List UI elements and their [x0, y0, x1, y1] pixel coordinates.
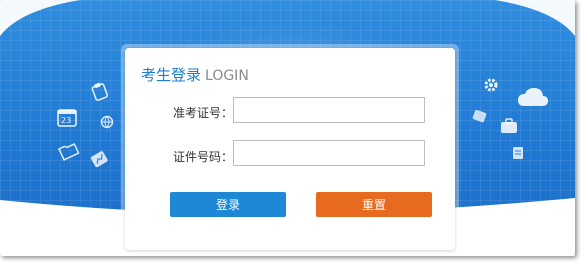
reset-button[interactable]: 重置 [316, 192, 432, 217]
document-icon [512, 146, 524, 163]
exam-number-label: 准考证号： [173, 106, 234, 120]
cloud-icon [516, 86, 550, 113]
exam-number-input[interactable] [233, 97, 425, 123]
calendar-icon: 23 [56, 106, 78, 131]
panel-title: 考生登录 LOGIN [141, 64, 249, 85]
login-button[interactable]: 登录 [170, 192, 286, 217]
briefcase-icon [500, 118, 518, 137]
title-english: LOGIN [205, 68, 249, 84]
login-page: 23 考生登录 LOGIN 准考证号： 证件号码： 登录 重置 [0, 0, 575, 256]
id-number-input[interactable] [233, 140, 425, 166]
calendar-number: 23 [61, 116, 72, 125]
title-chinese: 考生登录 [141, 66, 202, 84]
login-panel-border: 考生登录 LOGIN 准考证号： 证件号码： 登录 重置 [121, 44, 459, 254]
gear-icon [482, 76, 500, 97]
id-number-label: 证件号码： [173, 150, 234, 164]
login-panel: 考生登录 LOGIN 准考证号： 证件号码： 登录 重置 [125, 48, 455, 250]
globe-icon [100, 115, 114, 132]
